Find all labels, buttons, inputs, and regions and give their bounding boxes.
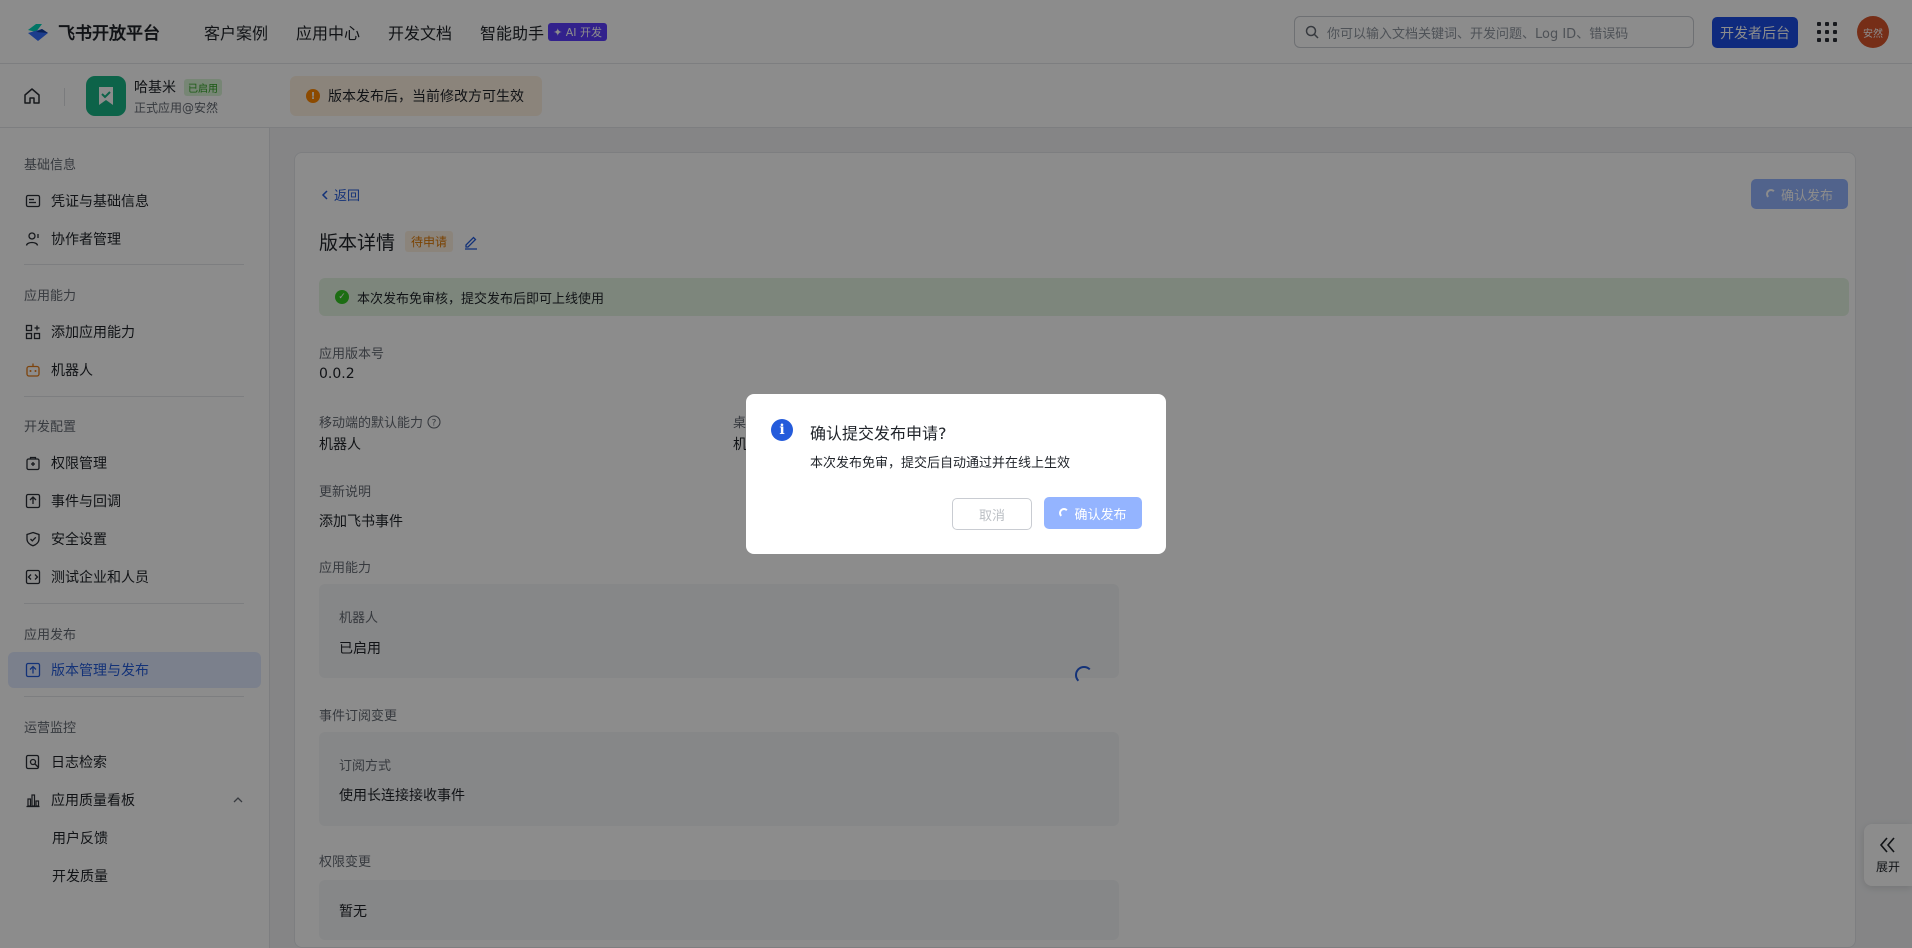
confirm-release-button[interactable]: 确认发布	[1044, 497, 1142, 529]
info-icon: i	[771, 419, 793, 441]
dialog-body: 本次发布免审，提交后自动通过并在线上生效	[810, 456, 1071, 471]
confirm-release-button-label: 确认发布	[1074, 507, 1127, 523]
confirm-dialog: i 确认提交发布申请? 本次发布免审，提交后自动通过并在线上生效 取消 确认发布	[746, 394, 1166, 554]
cancel-button[interactable]: 取消	[952, 498, 1032, 530]
loading-spinner-icon	[1059, 508, 1070, 518]
dialog-title: 确认提交发布申请?	[810, 424, 947, 443]
